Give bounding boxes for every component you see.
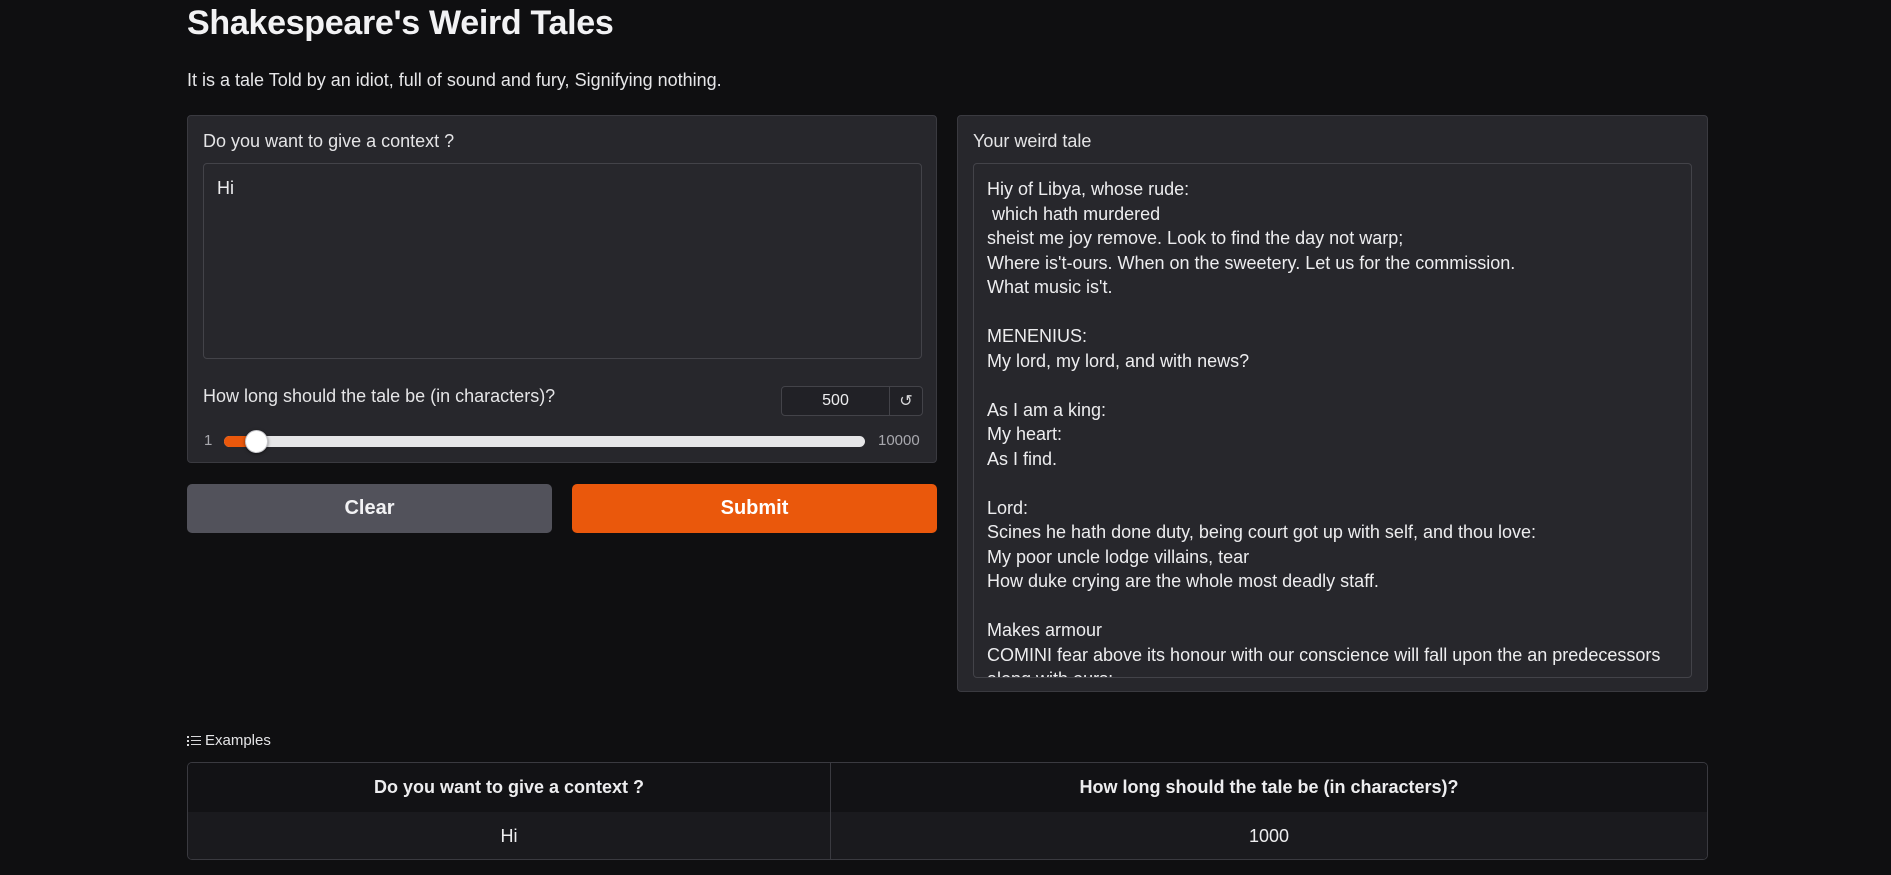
submit-button[interactable]: Submit [572, 484, 937, 533]
page-description: It is a tale Told by an idiot, full of s… [187, 70, 722, 90]
page-title: Shakespeare's Weird Tales [187, 4, 614, 42]
length-label: How long should the tale be (in characte… [203, 386, 556, 406]
context-textarea[interactable]: Hi [203, 163, 922, 359]
app-root: Shakespeare's Weird Tales It is a tale T… [187, 0, 1708, 875]
slider-thumb[interactable] [245, 430, 269, 453]
example-cell[interactable]: 1000 [831, 812, 1707, 859]
slider-max-label: 10000 [878, 432, 920, 449]
output-textbox[interactable]: Hiy of Libya, whose rude: which hath mur… [973, 163, 1692, 678]
examples-header: Examples [187, 732, 271, 749]
output-panel: Your weird tale Hiy of Libya, whose rude… [957, 115, 1708, 692]
examples-header-row: Do you want to give a context ? How long… [188, 763, 1707, 812]
list-icon [187, 735, 201, 747]
examples-title: Examples [205, 732, 271, 749]
output-text: Hiy of Libya, whose rude: which hath mur… [987, 179, 1661, 677]
length-number-box: ↺ [781, 386, 923, 416]
context-label: Do you want to give a context ? [203, 131, 455, 151]
input-panel: Do you want to give a context ? Hi How l… [187, 115, 937, 463]
examples-column-header: Do you want to give a context ? [188, 763, 831, 812]
reset-icon[interactable]: ↺ [890, 387, 922, 415]
example-cell[interactable]: Hi [188, 812, 831, 859]
slider-min-label: 1 [204, 432, 213, 449]
length-slider[interactable] [224, 430, 865, 453]
examples-row[interactable]: Hi 1000 [188, 812, 1707, 859]
examples-column-header: How long should the tale be (in characte… [1079, 777, 1459, 797]
examples-table: Do you want to give a context ? How long… [187, 762, 1708, 860]
output-label: Your weird tale [973, 131, 1092, 151]
clear-button[interactable]: Clear [187, 484, 552, 533]
length-number-input[interactable] [782, 387, 890, 415]
